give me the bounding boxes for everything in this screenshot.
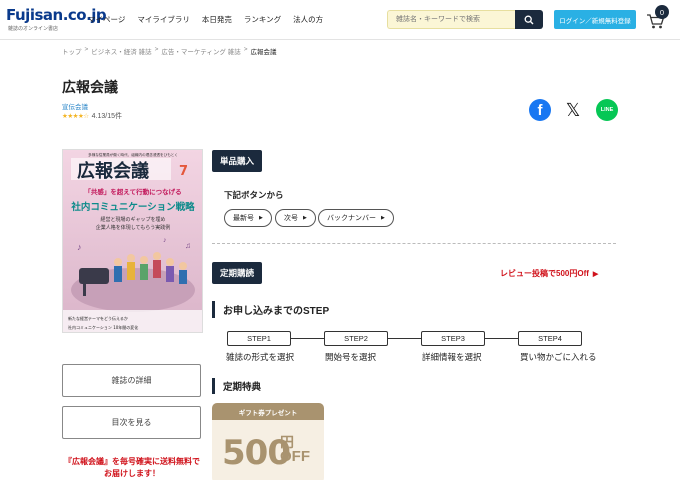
rating-stars-icon: ★★★★☆: [62, 113, 89, 120]
single-purchase-prompt: 下記ボタンから: [224, 190, 284, 200]
cover-feature-sub2: 企業人格を体現してもらう実践例: [96, 224, 171, 231]
gift-voucher-off: OFF: [280, 448, 310, 465]
step-3-badge: STEP3: [421, 331, 485, 346]
triangle-right-icon: ▶: [381, 215, 385, 221]
nav-item-corporate[interactable]: 法人の方: [293, 14, 323, 25]
cover-title: 広報会議: [77, 160, 149, 182]
breadcrumb-separator: >: [84, 46, 89, 53]
rating[interactable]: ★★★★☆ 4.13/15件: [62, 111, 122, 121]
review-promo-label: レビュー投稿で500円Off: [500, 269, 589, 278]
cover-issue-number: 7: [179, 164, 188, 179]
breadcrumb: トップ > ビジネス・経済 雑誌 > 広告・マーケティング 雑誌 > 広報会議: [62, 46, 277, 56]
breadcrumb-marketing[interactable]: 広告・マーケティング 雑誌: [161, 46, 240, 56]
triangle-right-icon: ▶: [259, 215, 263, 221]
nav-item-mylibrary[interactable]: マイライブラリ: [137, 14, 190, 25]
latest-issue-label: 最新号: [233, 215, 254, 222]
subscription-header: 定期購読: [212, 262, 263, 284]
gift-voucher-header: ギフト券プレゼント: [212, 403, 324, 420]
publisher-link[interactable]: 宣伝会議: [62, 101, 88, 111]
main-nav: マイページ マイライブラリ 本日発売 ランキング 法人の方: [88, 14, 323, 25]
cart-count-badge: 0: [655, 5, 669, 19]
magazine-details-button[interactable]: 雑誌の詳細: [62, 364, 201, 397]
step-4-badge: STEP4: [518, 331, 582, 346]
gift-voucher-card: ギフト券プレゼント 500 円 OFF: [212, 403, 324, 480]
search-input[interactable]: [387, 10, 515, 29]
step-4-caption: 買い物かごに入れる: [520, 352, 597, 362]
step-3-caption: 詳細情報を選択: [422, 352, 482, 362]
svg-text:♫: ♫: [185, 241, 191, 250]
latest-issue-button[interactable]: 最新号 ▶: [224, 209, 272, 227]
magazine-cover[interactable]: 多様な従業員が働く時代、組織内の理念浸透をひもとく 広報会議 7 「共感」を超え…: [62, 149, 203, 333]
back-number-label: バックナンバー: [327, 215, 376, 222]
rating-text: 4.13/15件: [91, 113, 122, 120]
breadcrumb-business[interactable]: ビジネス・経済 雑誌: [91, 46, 151, 56]
triangle-right-icon: ▶: [303, 215, 307, 221]
cover-footer-2: 社内コミュニケーション 10年間の変化: [68, 324, 138, 330]
next-issue-label: 次号: [284, 215, 298, 222]
breadcrumb-current: 広報会議: [250, 49, 277, 56]
review-promo-link[interactable]: レビュー投稿で500円Off ▶: [500, 268, 598, 279]
step-1-caption: 雑誌の形式を選択: [226, 352, 295, 362]
cover-feature-main: 社内コミュニケーション戦略: [70, 201, 195, 213]
nav-item-ranking[interactable]: ランキング: [244, 14, 281, 25]
nav-item-today[interactable]: 本日発売: [202, 14, 232, 25]
login-register-button[interactable]: ログイン／新規無料登録: [554, 10, 636, 29]
step-1-badge: STEP1: [227, 331, 291, 346]
nav-item-mypage[interactable]: マイページ: [88, 14, 125, 25]
cover-art: 多様な従業員が働く時代、組織内の理念浸透をひもとく 広報会議 7 「共感」を超え…: [63, 150, 202, 332]
facebook-share-icon[interactable]: f: [529, 99, 551, 121]
svg-text:♪: ♪: [77, 242, 82, 252]
single-purchase-header: 単品購入: [212, 150, 263, 172]
subscription-perks-title: 定期特典: [212, 378, 261, 394]
line-share-icon[interactable]: LINE: [596, 99, 618, 121]
breadcrumb-separator: >: [243, 46, 248, 53]
site-logo-tagline: 雑誌のオンライン書店: [8, 26, 59, 32]
search-icon: [524, 15, 534, 24]
page-title: 広報会議: [62, 79, 118, 95]
cover-tagline: 多様な従業員が働く時代、組織内の理念浸透をひもとく: [88, 152, 178, 157]
x-share-icon[interactable]: 𝕏: [562, 99, 584, 121]
triangle-right-icon: ▶: [592, 270, 599, 278]
steps-title: お申し込みまでのSTEP: [212, 301, 329, 318]
step-2-caption: 開始号を選択: [325, 352, 377, 362]
svg-text:♪: ♪: [163, 237, 167, 244]
back-number-button[interactable]: バックナンバー ▶: [318, 209, 394, 227]
search-button[interactable]: [515, 10, 543, 29]
section-divider: [212, 243, 616, 244]
cover-feature-top: 「共感」を超えて行動につなげる: [84, 187, 181, 196]
breadcrumb-top[interactable]: トップ: [62, 46, 82, 56]
cover-footer-1: 新たな経営テーマをどう伝えるか: [68, 315, 128, 321]
cover-feature-sub1: 経営と現場のギャップを埋め: [100, 216, 165, 223]
breadcrumb-separator: >: [154, 46, 159, 53]
site-header: Fujisan.co.jp 雑誌のオンライン書店 マイページ マイライブラリ 本…: [0, 0, 680, 40]
step-2-badge: STEP2: [324, 331, 388, 346]
table-of-contents-button[interactable]: 目次を見る: [62, 406, 201, 439]
free-shipping-note: 『広報会議』を毎号確実に送料無料でお届けします！: [64, 457, 200, 478]
next-issue-button[interactable]: 次号 ▶: [275, 209, 316, 227]
